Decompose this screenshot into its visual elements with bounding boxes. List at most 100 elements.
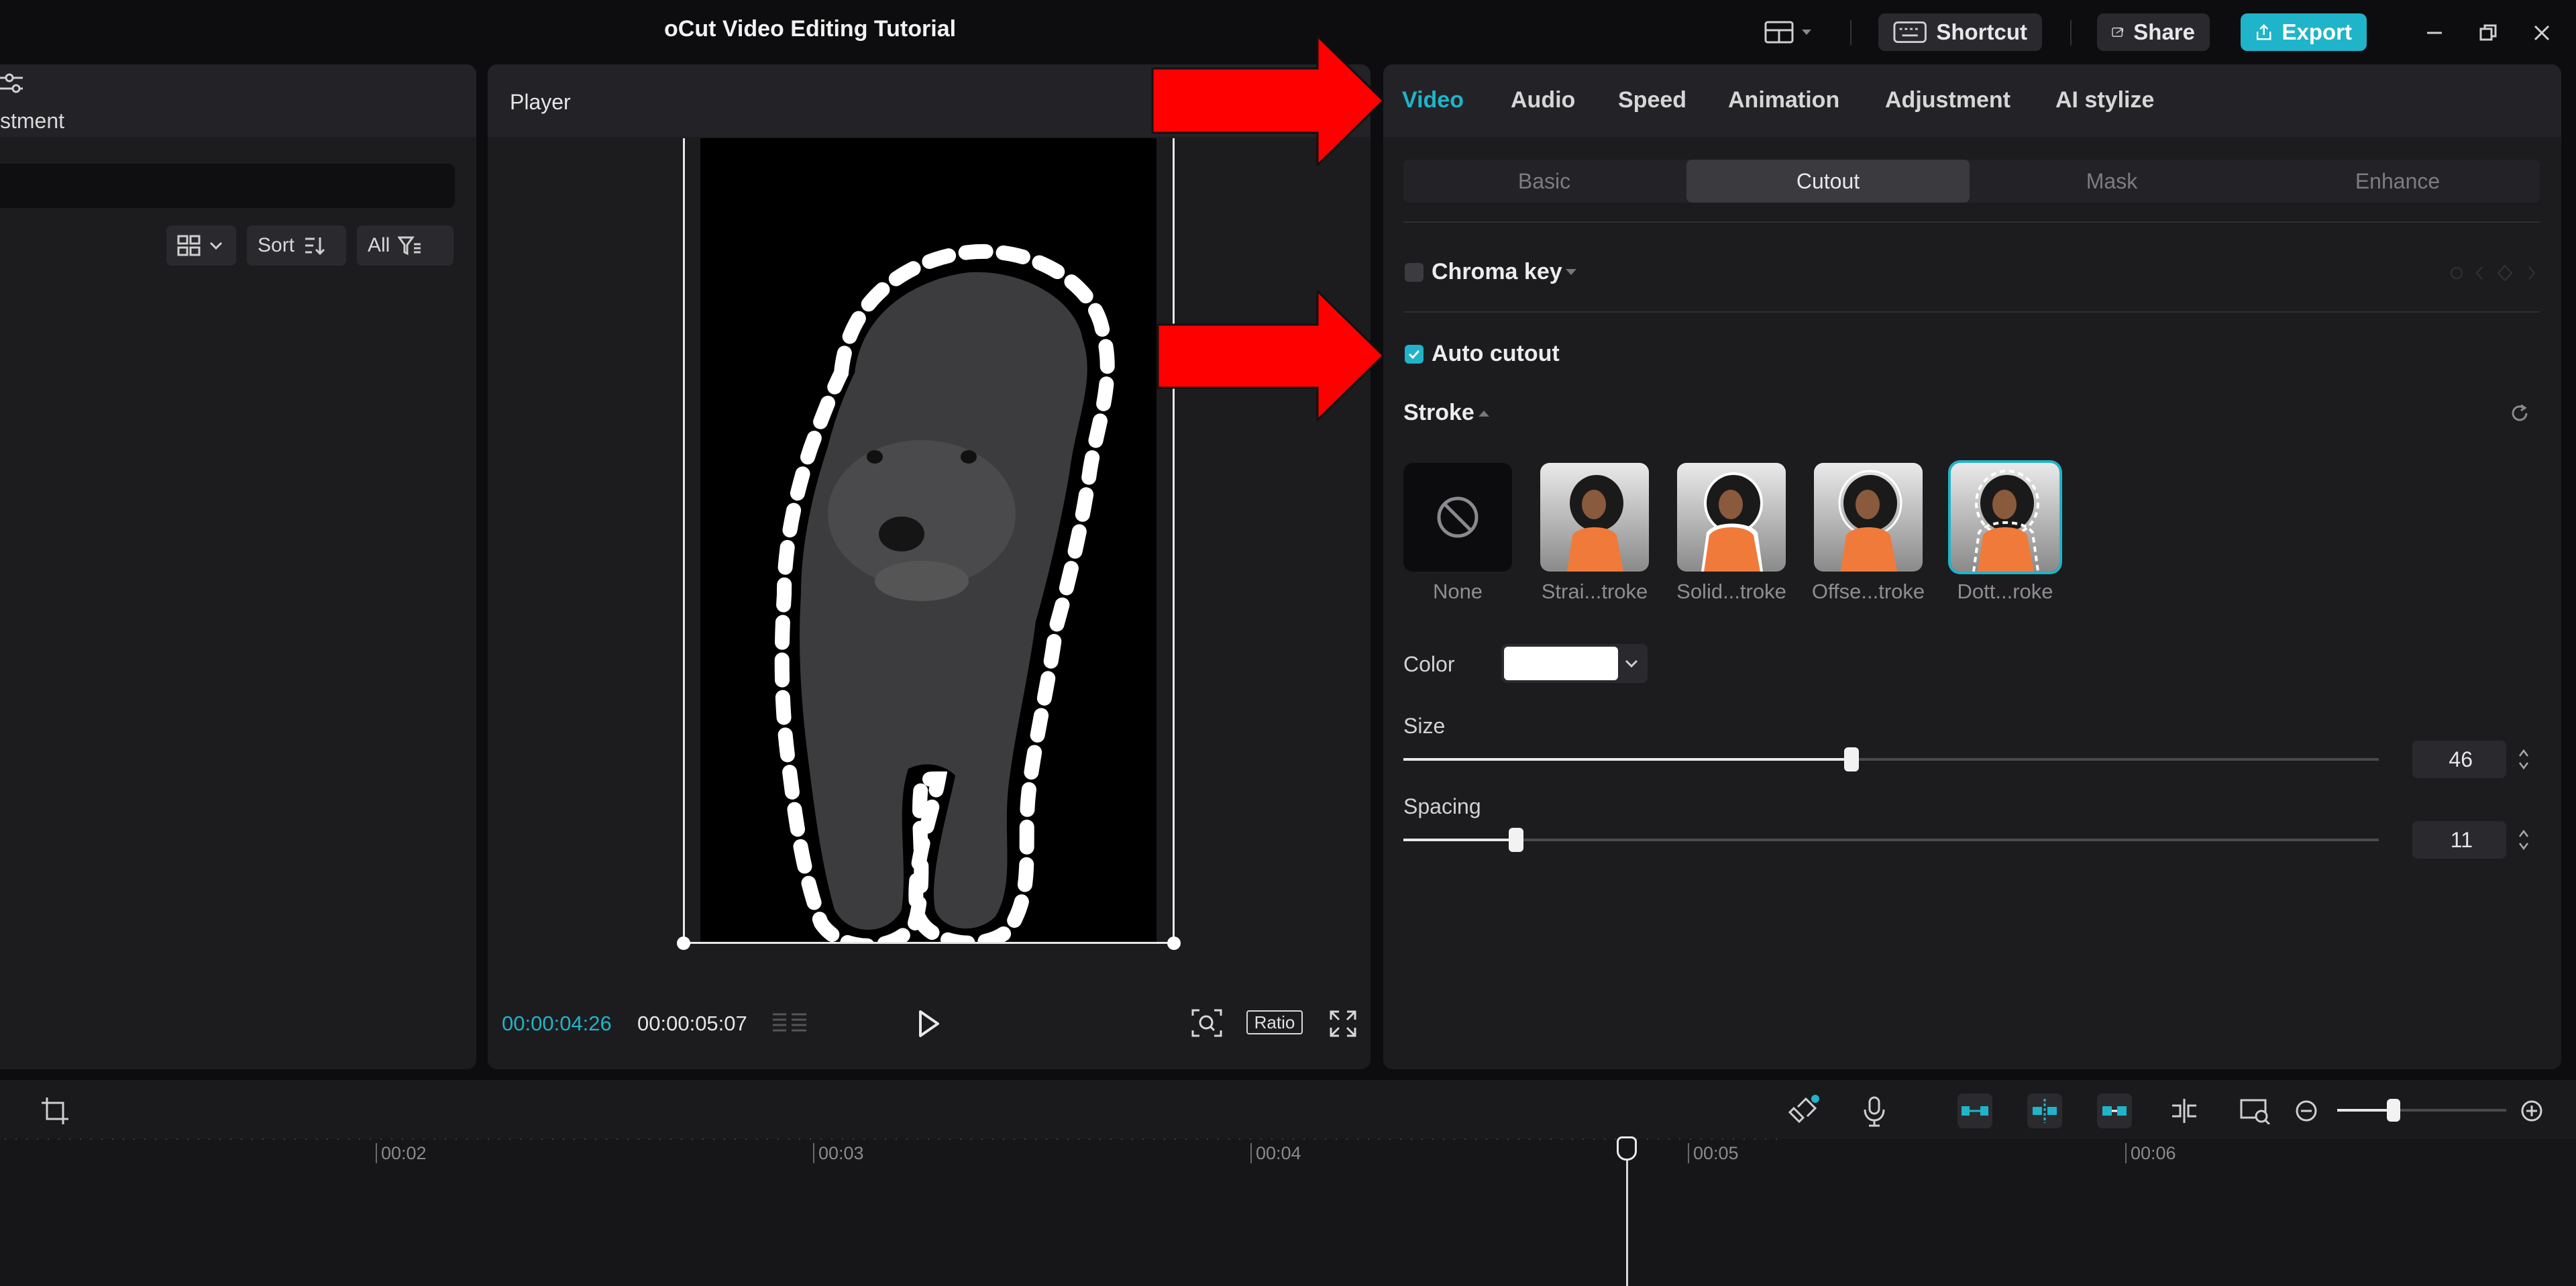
stroke-option-label: Solid...troke	[1676, 580, 1786, 603]
adjustment-icon[interactable]	[0, 70, 27, 97]
frame-handle[interactable]	[677, 936, 690, 950]
subtab-cutout[interactable]: Cutout	[1686, 160, 1970, 203]
chroma-key-checkbox[interactable]	[1405, 263, 1424, 282]
subtab-basic[interactable]: Basic	[1403, 160, 1685, 203]
filter-label: All	[368, 234, 390, 256]
shortcut-button[interactable]: Shortcut	[1878, 13, 2042, 51]
share-button[interactable]: Share	[2097, 13, 2210, 51]
ruler-tick-label: 00:06	[2131, 1143, 2176, 1163]
sort-icon	[305, 237, 325, 256]
chevron-up-icon[interactable]	[1477, 409, 1491, 419]
keyboard-icon	[1893, 21, 1927, 43]
stroke-option-label: Dott...roke	[1957, 580, 2053, 603]
stroke-dotted-option[interactable]	[1951, 463, 2059, 572]
ai-magic-icon[interactable]	[1786, 1093, 1821, 1128]
stroke-option-label: None	[1432, 580, 1483, 603]
crop-frame-left	[683, 138, 685, 943]
title-separator	[2070, 20, 2072, 46]
export-button[interactable]: Export	[2241, 13, 2367, 51]
auto-cutout-checkbox[interactable]	[1405, 345, 1424, 364]
stroke-option-label: Offse...troke	[1811, 580, 1925, 603]
spacing-value-input[interactable]: 11	[2412, 821, 2506, 859]
size-label: Size	[1403, 714, 1446, 738]
spacing-slider-track[interactable]	[1403, 839, 2379, 841]
tab-adjustment[interactable]: Adjustment	[1885, 87, 2010, 113]
stroke-none-option[interactable]	[1403, 463, 1512, 572]
grid-icon	[177, 235, 201, 256]
spacing-slider-knob[interactable]	[1509, 828, 1523, 852]
total-duration: 00:00:05:07	[637, 1012, 747, 1035]
zoom-in-icon[interactable]	[2514, 1093, 2549, 1128]
play-icon[interactable]	[915, 1009, 942, 1038]
tab-animation[interactable]: Animation	[1728, 87, 1839, 113]
auto-cutout-label: Auto cutout	[1432, 341, 1560, 366]
fullscreen-icon[interactable]	[1328, 1009, 1358, 1038]
playhead[interactable]	[1626, 1140, 1628, 1286]
ratio-button[interactable]: Ratio	[1246, 1010, 1303, 1034]
share-label: Share	[2133, 19, 2195, 44]
size-slider-knob[interactable]	[1844, 747, 1859, 771]
minimize-icon[interactable]	[2418, 16, 2451, 50]
stroke-label: Stroke	[1403, 400, 1474, 425]
section-divider	[1403, 311, 2540, 313]
timeline-zoom-fill	[2337, 1109, 2394, 1112]
stroke-solid-option[interactable]	[1677, 463, 1786, 572]
section-divider	[1403, 221, 2540, 223]
time-ruler	[0, 1138, 1784, 1140]
size-stepper[interactable]	[2512, 741, 2536, 778]
playhead-handle[interactable]	[1617, 1136, 1637, 1161]
main-track-magnet-icon[interactable]	[1957, 1093, 1992, 1128]
tab-ai-stylize[interactable]: AI stylize	[2055, 87, 2154, 113]
chevron-down-icon[interactable]	[1564, 267, 1578, 276]
left-panel-tab-label[interactable]: stment	[0, 109, 64, 133]
reset-icon[interactable]	[2506, 400, 2533, 427]
left-panel	[0, 64, 476, 1069]
layout-icon[interactable]	[1764, 17, 1818, 47]
woman-preview-image	[1838, 470, 1902, 572]
view-toggle-button[interactable]	[166, 225, 236, 266]
color-swatch	[1504, 647, 1618, 680]
crop-frame-right	[1173, 138, 1175, 943]
zoom-out-icon[interactable]	[2289, 1093, 2324, 1128]
sort-label: Sort	[258, 234, 295, 256]
color-label: Color	[1403, 652, 1455, 676]
subtab-mask[interactable]: Mask	[1971, 160, 2253, 203]
timeline-view-icon[interactable]	[770, 1010, 809, 1037]
stroke-straight-option[interactable]	[1540, 463, 1649, 572]
chevron-down-icon[interactable]	[1623, 657, 1640, 669]
tab-speed[interactable]: Speed	[1618, 87, 1686, 113]
split-icon[interactable]	[2167, 1093, 2202, 1128]
size-value-input[interactable]: 46	[2412, 741, 2506, 778]
ruler-tick-label: 00:02	[381, 1143, 427, 1163]
search-input[interactable]	[0, 164, 455, 208]
restore-icon[interactable]	[2471, 16, 2505, 50]
crop-icon[interactable]	[38, 1093, 72, 1128]
crop-frame-bottom	[683, 942, 1175, 944]
export-icon	[2256, 23, 2271, 40]
current-time: 00:00:04:26	[502, 1012, 612, 1035]
sort-button[interactable]: Sort	[247, 225, 346, 266]
microphone-icon[interactable]	[1857, 1093, 1892, 1128]
left-panel-header	[0, 64, 476, 137]
stroke-offset-option[interactable]	[1814, 463, 1923, 572]
share-icon	[2112, 28, 2124, 37]
preview-axis-icon[interactable]	[2238, 1093, 2273, 1128]
filter-button[interactable]: All	[357, 225, 453, 266]
timeline-zoom-knob[interactable]	[2387, 1099, 2400, 1122]
spacing-value: 11	[2450, 827, 2473, 852]
stroke-option-label: Strai...troke	[1541, 580, 1648, 603]
chevron-down-icon	[209, 242, 223, 250]
spacing-stepper[interactable]	[2512, 821, 2536, 859]
linkage-icon[interactable]	[2097, 1093, 2132, 1128]
subtab-enhance[interactable]: Enhance	[2255, 160, 2540, 203]
close-icon[interactable]	[2525, 16, 2559, 50]
video-preview[interactable]	[700, 138, 1157, 953]
auto-snap-icon[interactable]	[2027, 1093, 2062, 1128]
ruler-tick	[813, 1143, 814, 1163]
zoom-fit-icon[interactable]	[1190, 1008, 1224, 1038]
tab-video[interactable]: Video	[1402, 87, 1464, 113]
spacing-slider-fill	[1403, 839, 1516, 841]
tab-audio[interactable]: Audio	[1511, 87, 1575, 113]
ruler-tick-label: 00:05	[1693, 1143, 1739, 1163]
frame-handle[interactable]	[1167, 936, 1181, 950]
